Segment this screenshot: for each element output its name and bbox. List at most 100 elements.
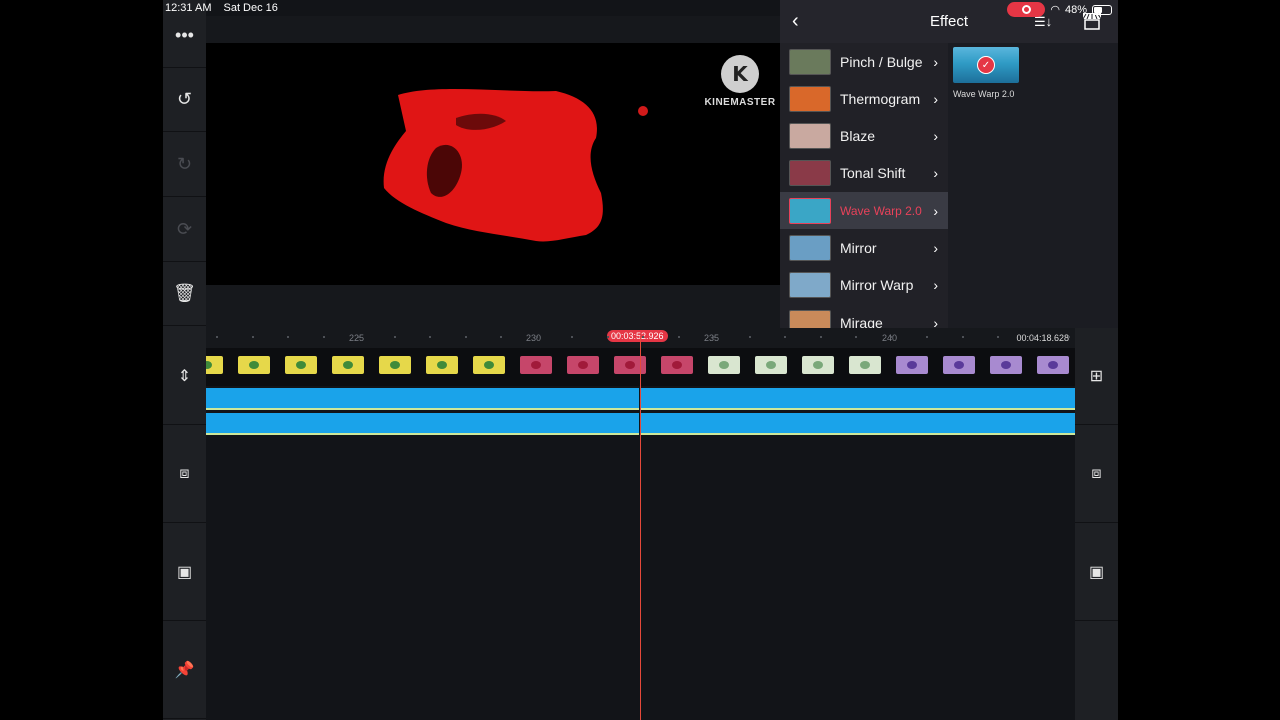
ruler-tick [997,336,999,338]
clip-frame [238,356,270,374]
effect-item[interactable]: Pinch / Bulge › [780,43,948,80]
expand-vertical-icon: ⇕ [177,368,192,385]
chevron-right-icon: › [933,277,938,294]
trim-end-button[interactable]: ⧈ [1075,426,1118,523]
ruler-tick [926,336,928,338]
restore-icon: ⟳ [176,219,193,239]
current-time-badge: 00:03:52.926 [607,330,668,342]
red-subject-shape [383,88,603,242]
timeline: ⇕ ⧈ ▣ 📌 225 230 235 240 00:03:52.926 00:… [163,328,1118,720]
crop-end-button[interactable]: ▣ [1075,524,1118,621]
effect-detail-label: Wave Warp 2.0 [953,89,1015,99]
wifi-icon: ◠ [1050,4,1060,16]
video-preview[interactable]: K KINEMASTER [206,43,780,285]
effect-thumbnail [789,197,831,224]
clip-settings-icon: ⊞ [1089,368,1104,385]
clip-frame [614,356,646,374]
chevron-right-icon: › [933,90,938,107]
frame-subject [296,361,306,369]
timeline-right-toolbar: ⊞ ⧈ ▣ [1075,328,1118,720]
trim-start-button[interactable]: ⧈ [163,426,206,523]
crop-button[interactable]: ▣ [163,524,206,621]
battery-percent: 48% [1064,3,1087,16]
effect-thumbnail [789,123,831,150]
battery-fill [1094,6,1102,13]
effect-label: Thermogram [840,90,921,107]
ruler-label: 230 [526,333,542,343]
clip-frame [802,356,834,374]
frame-subject [719,361,729,369]
ruler-tick [677,336,680,338]
ruler-tick [358,336,360,338]
pin-button[interactable]: 📌 [163,622,206,719]
effect-item[interactable]: Blaze › [780,118,948,155]
clip-frame [943,356,975,374]
ruler-tick [429,336,431,338]
effect-thumbnail [789,235,831,261]
effect-label: Mirror Warp [840,277,914,294]
ruler-label: 240 [882,333,898,343]
clip-frame [332,356,364,374]
record-icon [1021,5,1031,14]
clip-frame [1037,356,1069,374]
frame-subject [860,361,870,369]
effect-item[interactable]: Wave Warp 2.0 › [780,192,948,230]
ruler-tick [464,336,467,338]
red-speck [638,106,648,116]
kinemaster-wordmark: KINEMASTER [704,97,776,108]
redo-button[interactable]: ↻ [163,133,206,197]
track-height-button[interactable]: ⇕ [163,328,206,425]
effect-thumbnail [789,48,831,75]
ruler-tick [287,336,289,338]
effect-label: Mirage [840,314,883,328]
recording-indicator [1007,2,1046,17]
trash-icon: 🗑 [173,283,196,303]
frame-subject [954,361,964,369]
frame-subject [531,361,541,369]
frame-subject [907,361,917,369]
effect-item[interactable]: Thermogram › [780,80,948,117]
crop-icon: ▣ [176,564,193,581]
effect-label: Blaze [840,128,876,145]
delete-button[interactable]: 🗑 [163,262,206,326]
clip-settings-button[interactable]: ⊞ [1075,328,1118,425]
chevron-right-icon: › [933,165,938,182]
back-chevron-icon[interactable]: ‹ [792,10,799,33]
ruler-tick [535,336,538,338]
effect-detail-card[interactable]: ✓ Wave Warp 2.0 [953,47,1019,99]
clip-frame [379,356,411,374]
effect-label: Pinch / Bulge [840,53,923,70]
effect-item[interactable]: Tonal Shift › [780,155,948,192]
clip-frame [520,356,552,374]
effect-item[interactable]: Mirror › [780,230,948,267]
status-bar-left: 12:31 AM Sat Dec 16 [165,2,278,14]
ruler-tick [1068,336,1070,338]
check-icon: ✓ [977,56,995,74]
ruler-tick [890,336,893,338]
ruler-tick [748,336,751,338]
ruler-tick [216,336,218,338]
ruler-tick [855,336,857,338]
effect-item[interactable]: Mirror Warp › [780,267,948,304]
kinemaster-watermark: K KINEMASTER [700,55,780,108]
frame-subject [672,361,682,369]
chevron-right-icon: › [933,128,938,145]
frame-subject [625,361,635,369]
chevron-right-icon: › [933,314,938,328]
ruler-label: 235 [704,333,720,343]
effect-detail-area: ✓ Wave Warp 2.0 [948,43,1118,328]
timeline-left-toolbar: ⇕ ⧈ ▣ 📌 [163,328,206,720]
undo-button[interactable]: ↺ [163,68,206,132]
restore-button[interactable]: ⟳ [163,198,206,262]
ruler-tick [571,336,573,338]
playhead[interactable] [640,336,641,720]
frame-subject [390,361,400,369]
ruler-tick [713,336,715,338]
trim-end-icon: ⧈ [1091,465,1102,482]
effect-item[interactable]: Mirage › [780,304,948,328]
effect-panel: ‹ Effect ☰↓ Pinch / Bulge › Thermogram › Bla… [780,0,1118,328]
ruler-label: 225 [349,333,365,343]
ruler-tick [784,336,786,338]
clip-frame [285,356,317,374]
crop-end-icon: ▣ [1088,564,1105,581]
